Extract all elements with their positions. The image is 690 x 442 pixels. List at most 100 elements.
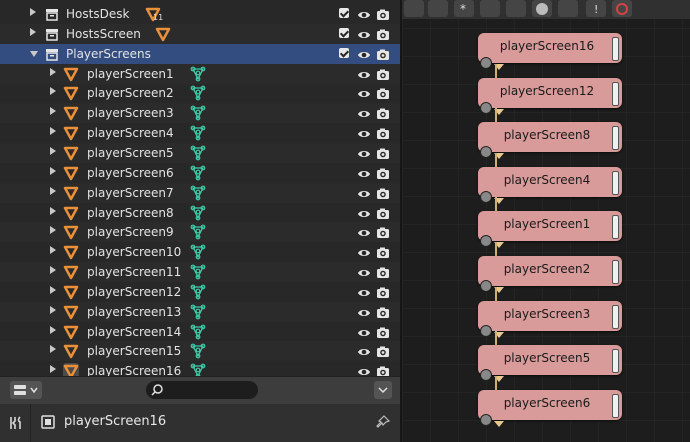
mesh-data-icon[interactable] <box>190 264 206 280</box>
tool-wrench-icon[interactable] <box>8 415 24 431</box>
exclude-checkbox[interactable] <box>339 27 349 38</box>
mesh-data-icon[interactable] <box>190 224 206 240</box>
expand-arrow-right-icon[interactable] <box>50 166 56 175</box>
node-collapse-handle[interactable] <box>612 393 619 418</box>
filter-dropdown-button[interactable] <box>374 381 392 399</box>
mesh-data-wrap[interactable] <box>190 85 206 101</box>
expand-arrow-right-icon[interactable] <box>50 107 56 116</box>
toolbar-button-sphere[interactable] <box>532 0 552 17</box>
mesh-data-icon[interactable] <box>190 125 206 141</box>
render-camera-icon[interactable] <box>376 305 390 319</box>
mesh-data-wrap[interactable] <box>190 224 206 240</box>
outliner-row-hostsdesk[interactable]: HostsDesk 11 <box>0 4 400 24</box>
render-camera-icon[interactable] <box>376 344 390 358</box>
node-socket[interactable] <box>480 280 492 292</box>
node-collapse-handle[interactable] <box>612 81 619 106</box>
expand-arrow-right-icon[interactable] <box>50 365 56 374</box>
mesh-data-icon[interactable] <box>190 244 206 260</box>
render-camera-icon[interactable] <box>376 126 390 140</box>
toolbar-button-2[interactable] <box>428 0 448 17</box>
outliner-row-playerscreen7[interactable]: playerScreen7 <box>0 182 400 203</box>
render-camera-icon[interactable] <box>376 206 390 220</box>
mesh-data-icon[interactable] <box>190 324 206 340</box>
node-collapse-handle[interactable] <box>612 304 619 329</box>
mesh-data-icon[interactable] <box>190 205 206 221</box>
render-camera-icon[interactable] <box>376 265 390 279</box>
mesh-data-icon[interactable] <box>190 343 206 359</box>
visibility-eye-icon[interactable] <box>357 7 371 21</box>
expand-arrow-right-icon[interactable] <box>50 266 56 275</box>
render-camera-icon[interactable] <box>376 47 390 61</box>
render-camera-icon[interactable] <box>376 166 390 180</box>
visibility-eye-icon[interactable] <box>357 245 371 259</box>
outliner-row-playerscreen1[interactable]: playerScreen1 <box>0 63 400 84</box>
expand-arrow-right-icon[interactable] <box>50 67 56 76</box>
mesh-data-wrap[interactable] <box>190 125 206 141</box>
expand-arrow-right-icon[interactable] <box>50 325 56 334</box>
visibility-eye-icon[interactable] <box>357 67 371 81</box>
toolbar-button-recording[interactable] <box>612 0 632 17</box>
search-input[interactable] <box>146 381 258 399</box>
visibility-eye-icon[interactable] <box>357 285 371 299</box>
visibility-eye-icon[interactable] <box>357 47 371 61</box>
expand-arrow-right-icon[interactable] <box>50 87 56 96</box>
expand-arrow-right-icon[interactable] <box>50 246 56 255</box>
node-playerscreen8[interactable]: playerScreen8 <box>478 122 622 160</box>
visibility-eye-icon[interactable] <box>357 126 371 140</box>
node-playerscreen2[interactable]: playerScreen2 <box>478 256 622 293</box>
expand-arrow-right-icon[interactable] <box>50 345 56 354</box>
visibility-eye-icon[interactable] <box>357 225 371 239</box>
mesh-data-icon[interactable] <box>190 284 206 300</box>
node-socket[interactable] <box>480 369 492 382</box>
mesh-data-wrap[interactable] <box>190 264 206 280</box>
visibility-eye-icon[interactable] <box>357 325 371 339</box>
outliner-row-playerscreen14[interactable]: playerScreen14 <box>0 322 400 342</box>
outliner-row-playerscreen8[interactable]: playerScreen8 <box>0 203 400 223</box>
visibility-eye-icon[interactable] <box>357 364 371 376</box>
outliner-row-hostsscreen[interactable]: HostsScreen <box>0 23 400 44</box>
render-camera-icon[interactable] <box>376 86 390 100</box>
node-collapse-handle[interactable] <box>612 260 619 284</box>
render-camera-icon[interactable] <box>376 186 390 200</box>
outliner-row-playerscreens[interactable]: PlayerScreens <box>0 43 400 64</box>
mesh-data-wrap[interactable] <box>190 284 206 300</box>
outliner-row-playerscreen4[interactable]: playerScreen4 <box>0 123 400 143</box>
visibility-eye-icon[interactable] <box>357 344 371 358</box>
toolbar-button-1[interactable] <box>404 0 424 17</box>
toolbar-button-star[interactable]: * <box>454 0 474 17</box>
mesh-data-wrap[interactable] <box>190 343 206 359</box>
mesh-data-icon[interactable] <box>190 363 206 376</box>
mesh-data-wrap[interactable] <box>190 244 206 260</box>
mesh-data-wrap[interactable] <box>190 185 206 201</box>
mesh-data-icon[interactable] <box>190 165 206 181</box>
node-collapse-handle[interactable] <box>612 126 619 151</box>
node-playerscreen5[interactable]: playerScreen5 <box>478 345 622 383</box>
node-socket[interactable] <box>480 146 492 159</box>
expand-arrow-right-icon[interactable] <box>50 206 56 215</box>
render-camera-icon[interactable] <box>376 364 390 376</box>
render-camera-icon[interactable] <box>376 27 390 41</box>
expand-arrow-right-icon[interactable] <box>50 186 56 195</box>
outliner-row-playerscreen16[interactable]: playerScreen16 <box>0 361 400 376</box>
node-playerscreen6[interactable]: playerScreen6 <box>478 389 622 427</box>
node-socket[interactable] <box>480 413 492 426</box>
node-socket[interactable] <box>480 190 492 203</box>
visibility-eye-icon[interactable] <box>357 166 371 180</box>
node-collapse-handle[interactable] <box>612 170 619 195</box>
mesh-data-wrap[interactable] <box>190 66 206 82</box>
outliner-row-playerscreen15[interactable]: playerScreen15 <box>0 341 400 362</box>
visibility-eye-icon[interactable] <box>357 106 371 120</box>
mesh-data-icon[interactable] <box>190 185 206 201</box>
visibility-eye-icon[interactable] <box>357 206 371 220</box>
mesh-data-wrap[interactable] <box>190 105 206 121</box>
expand-arrow-right-icon[interactable] <box>50 146 56 155</box>
outliner-row-playerscreen11[interactable]: playerScreen11 <box>0 262 400 283</box>
mesh-data-wrap[interactable] <box>190 145 206 161</box>
node-socket[interactable] <box>480 101 492 114</box>
node-socket[interactable] <box>480 57 492 69</box>
outliner-row-playerscreen6[interactable]: playerScreen6 <box>0 163 400 183</box>
visibility-eye-icon[interactable] <box>357 265 371 279</box>
expand-arrow-right-icon[interactable] <box>30 27 36 36</box>
expand-arrow-right-icon[interactable] <box>30 8 36 16</box>
node-playerscreen3[interactable]: playerScreen3 <box>478 300 622 338</box>
